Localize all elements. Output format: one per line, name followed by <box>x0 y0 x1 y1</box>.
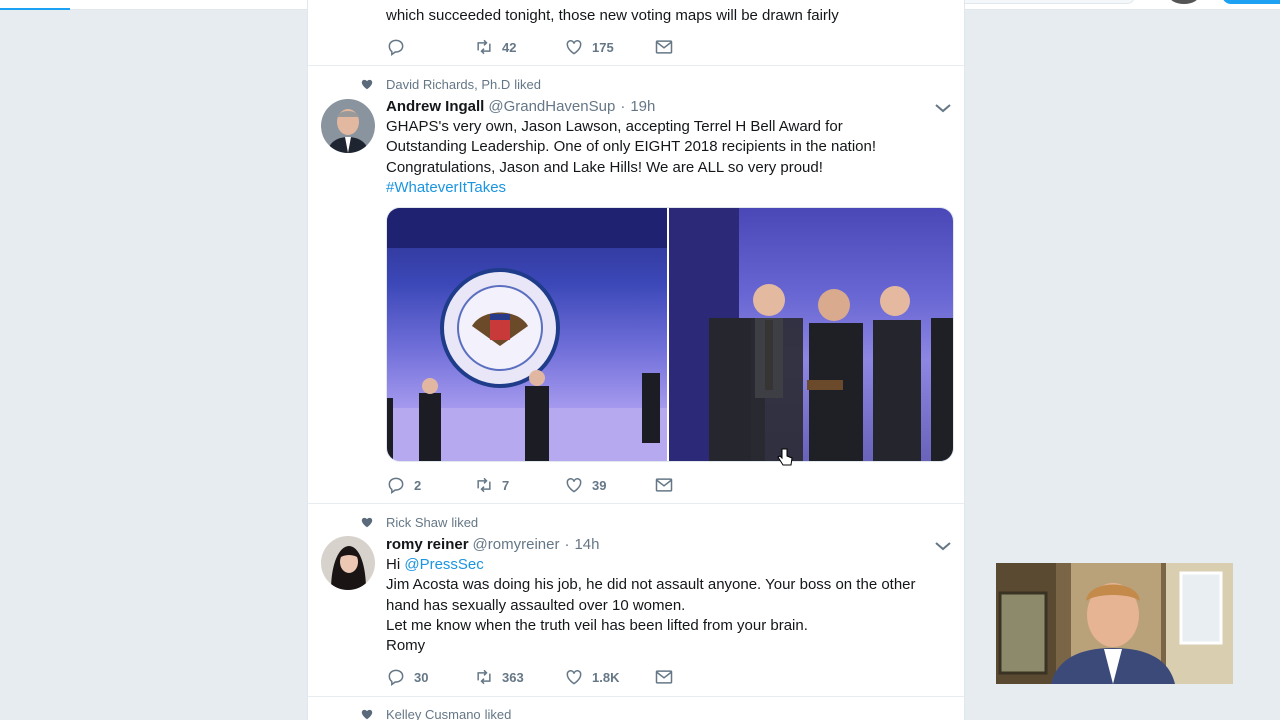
envelope-icon <box>655 40 673 54</box>
direct-message-button[interactable] <box>654 37 674 57</box>
liked-label: liked <box>514 76 542 92</box>
mention-link[interactable]: @PressSec <box>404 556 483 573</box>
heart-icon <box>361 79 373 90</box>
webcam-overlay <box>996 563 1233 684</box>
tweet[interactable]: Rick Shaw liked romy reiner @romyreiner … <box>308 504 964 697</box>
liker-name[interactable]: Kelley Cusmano <box>386 707 481 720</box>
author-name[interactable]: Andrew Ingall <box>386 98 484 115</box>
reply-icon <box>388 477 404 494</box>
award-stage-photo <box>387 208 667 461</box>
media-photo-right[interactable] <box>669 208 953 461</box>
social-context: Rick Shaw liked <box>360 514 478 530</box>
heart-icon <box>566 669 582 685</box>
tweet-text-line: Congratulations, Jason and Lake Hills! W… <box>386 158 823 176</box>
direct-message-button[interactable] <box>654 475 674 495</box>
retweet-button[interactable]: 42 <box>474 37 564 57</box>
author-handle[interactable]: @GrandHavenSup <box>488 98 615 115</box>
tweet-actions: 42 175 <box>386 37 674 57</box>
tweet-text-line: Let me know when the truth veil has been… <box>386 616 808 634</box>
tweet-text-line: GHAPS's very own, Jason Lawson, acceptin… <box>386 118 843 135</box>
social-context: David Richards, Ph.D liked <box>360 76 541 92</box>
tweet[interactable]: David Richards, Ph.D liked Andrew Ingall… <box>308 66 964 504</box>
hashtag-link[interactable]: #WhateverItTakes <box>386 178 956 198</box>
media-photo-left[interactable] <box>387 208 669 461</box>
tweet-text-line: Romy <box>386 637 426 655</box>
retweet-icon <box>477 39 491 55</box>
avatar[interactable] <box>321 99 375 153</box>
like-button[interactable]: 175 <box>564 37 654 57</box>
tweet-text: which succeeded tonight, those new votin… <box>386 7 839 24</box>
avatar[interactable] <box>321 536 375 590</box>
tweet-media[interactable] <box>386 207 954 462</box>
avatar-photo <box>321 99 375 153</box>
social-context: Kelley Cusmano liked <box>360 706 511 720</box>
author-handle[interactable]: @romyreiner <box>473 536 560 553</box>
tweet-text-line: Jim Acosta was doing his job, he did not… <box>386 576 916 594</box>
active-tab-indicator <box>0 8 70 10</box>
reply-button[interactable] <box>386 37 474 57</box>
heart-icon <box>361 709 373 720</box>
tweet-partial[interactable]: which succeeded tonight, those new votin… <box>308 0 964 66</box>
heart-icon <box>566 39 582 55</box>
reply-button[interactable]: 30 <box>386 667 474 687</box>
liker-name[interactable]: Rick Shaw <box>386 515 447 530</box>
liker-name[interactable]: David Richards, Ph.D <box>386 77 510 92</box>
heart-icon <box>566 477 582 493</box>
liked-label: liked <box>484 706 512 720</box>
chevron-down-icon[interactable] <box>934 102 952 114</box>
liked-label: liked <box>451 514 479 530</box>
timeline: which succeeded tonight, those new votin… <box>307 0 965 720</box>
tweet-header: Andrew Ingall @GrandHavenSup · 19h <box>386 98 655 115</box>
heart-icon <box>361 517 373 528</box>
tweet-actions: 30 363 1.8K <box>386 667 674 687</box>
separator-dot: · <box>620 98 626 115</box>
tweet-timestamp[interactable]: 19h <box>630 98 655 115</box>
greeting-text: Hi <box>386 556 401 573</box>
tweet-text-line: Outstanding Leadership. One of only EIGH… <box>386 138 877 156</box>
tweet-timestamp[interactable]: 14h <box>574 536 599 553</box>
tweet-actions: 2 7 39 <box>386 475 674 495</box>
compose-tweet-button[interactable] <box>1222 0 1280 4</box>
retweet-button[interactable]: 363 <box>474 667 564 687</box>
envelope-icon <box>655 478 673 492</box>
retweet-icon <box>477 477 491 493</box>
tweet-header: romy reiner @romyreiner · 14h <box>386 536 600 553</box>
hand-cursor-icon <box>777 448 793 466</box>
like-button[interactable]: 39 <box>564 475 654 495</box>
avatar-photo <box>321 536 375 590</box>
tweet-text: GHAPS's very own, Jason Lawson, acceptin… <box>386 117 956 198</box>
reply-icon <box>388 39 404 56</box>
tweet[interactable]: Kelley Cusmano liked <box>308 697 964 720</box>
award-group-photo <box>669 208 953 461</box>
author-name[interactable]: romy reiner <box>386 536 469 553</box>
chevron-down-icon[interactable] <box>934 540 952 552</box>
retweet-icon <box>477 669 491 685</box>
like-button[interactable]: 1.8K <box>564 667 654 687</box>
envelope-icon <box>655 670 673 684</box>
tweet-text: Hi @PressSec Jim Acosta was doing his jo… <box>386 555 956 656</box>
separator-dot: · <box>564 536 570 553</box>
webcam-presenter-video <box>996 563 1233 684</box>
direct-message-button[interactable] <box>654 667 674 687</box>
retweet-button[interactable]: 7 <box>474 475 564 495</box>
reply-icon <box>388 669 404 686</box>
tweet-text-line: hand has sexually assaulted over 10 wome… <box>386 596 686 614</box>
tweet-text-line: Hi @PressSec <box>386 555 956 575</box>
reply-button[interactable]: 2 <box>386 475 474 495</box>
profile-avatar[interactable] <box>1168 0 1200 4</box>
